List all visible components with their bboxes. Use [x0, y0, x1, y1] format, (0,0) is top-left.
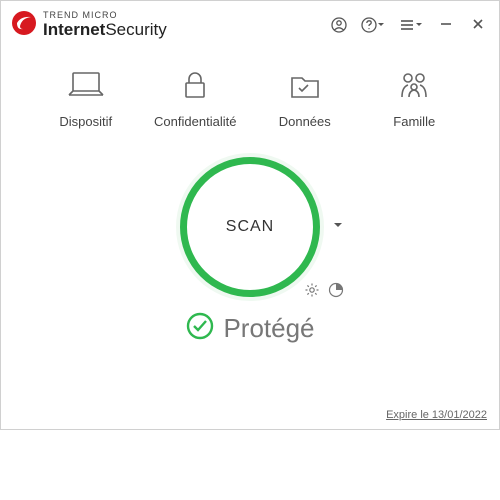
- brand-main-text: InternetSecurity: [43, 21, 167, 39]
- nav-data-label: Données: [279, 114, 331, 129]
- nav-data[interactable]: Données: [255, 67, 355, 129]
- minimize-button[interactable]: [437, 16, 455, 34]
- brand-logo-icon: [11, 10, 37, 41]
- expiry-link[interactable]: Expire le 13/01/2022: [386, 409, 487, 421]
- scan-dropdown-icon[interactable]: [332, 218, 344, 236]
- menu-icon[interactable]: [399, 17, 423, 33]
- brand: TREND MICRO InternetSecurity: [11, 10, 167, 41]
- app-window: TREND MICRO InternetSecurity: [0, 0, 500, 430]
- family-icon: [392, 67, 436, 108]
- folder-check-icon: [283, 67, 327, 108]
- status-check-icon: [185, 311, 215, 346]
- nav-privacy[interactable]: Confidentialité: [145, 67, 245, 129]
- titlebar-actions: [331, 16, 487, 34]
- report-icon[interactable]: [328, 282, 344, 303]
- nav-device[interactable]: Dispositif: [36, 67, 136, 129]
- settings-icon[interactable]: [304, 282, 320, 303]
- status-row: Protégé: [1, 311, 499, 346]
- close-button[interactable]: [469, 16, 487, 34]
- scan-side-icons: [304, 282, 344, 303]
- scan-button[interactable]: SCAN: [180, 157, 320, 297]
- scan-label: SCAN: [226, 218, 274, 236]
- help-icon[interactable]: [361, 17, 385, 33]
- lock-icon: [173, 67, 217, 108]
- nav-family-label: Famille: [393, 114, 435, 129]
- nav-device-label: Dispositif: [59, 114, 112, 129]
- nav-family[interactable]: Famille: [364, 67, 464, 129]
- titlebar: TREND MICRO InternetSecurity: [1, 1, 499, 49]
- nav-privacy-label: Confidentialité: [154, 114, 236, 129]
- status-text: Protégé: [223, 313, 314, 344]
- account-icon[interactable]: [331, 17, 347, 33]
- laptop-icon: [64, 67, 108, 108]
- scan-area: SCAN: [180, 157, 320, 297]
- nav-bar: Dispositif Confidentialité Données: [1, 49, 499, 129]
